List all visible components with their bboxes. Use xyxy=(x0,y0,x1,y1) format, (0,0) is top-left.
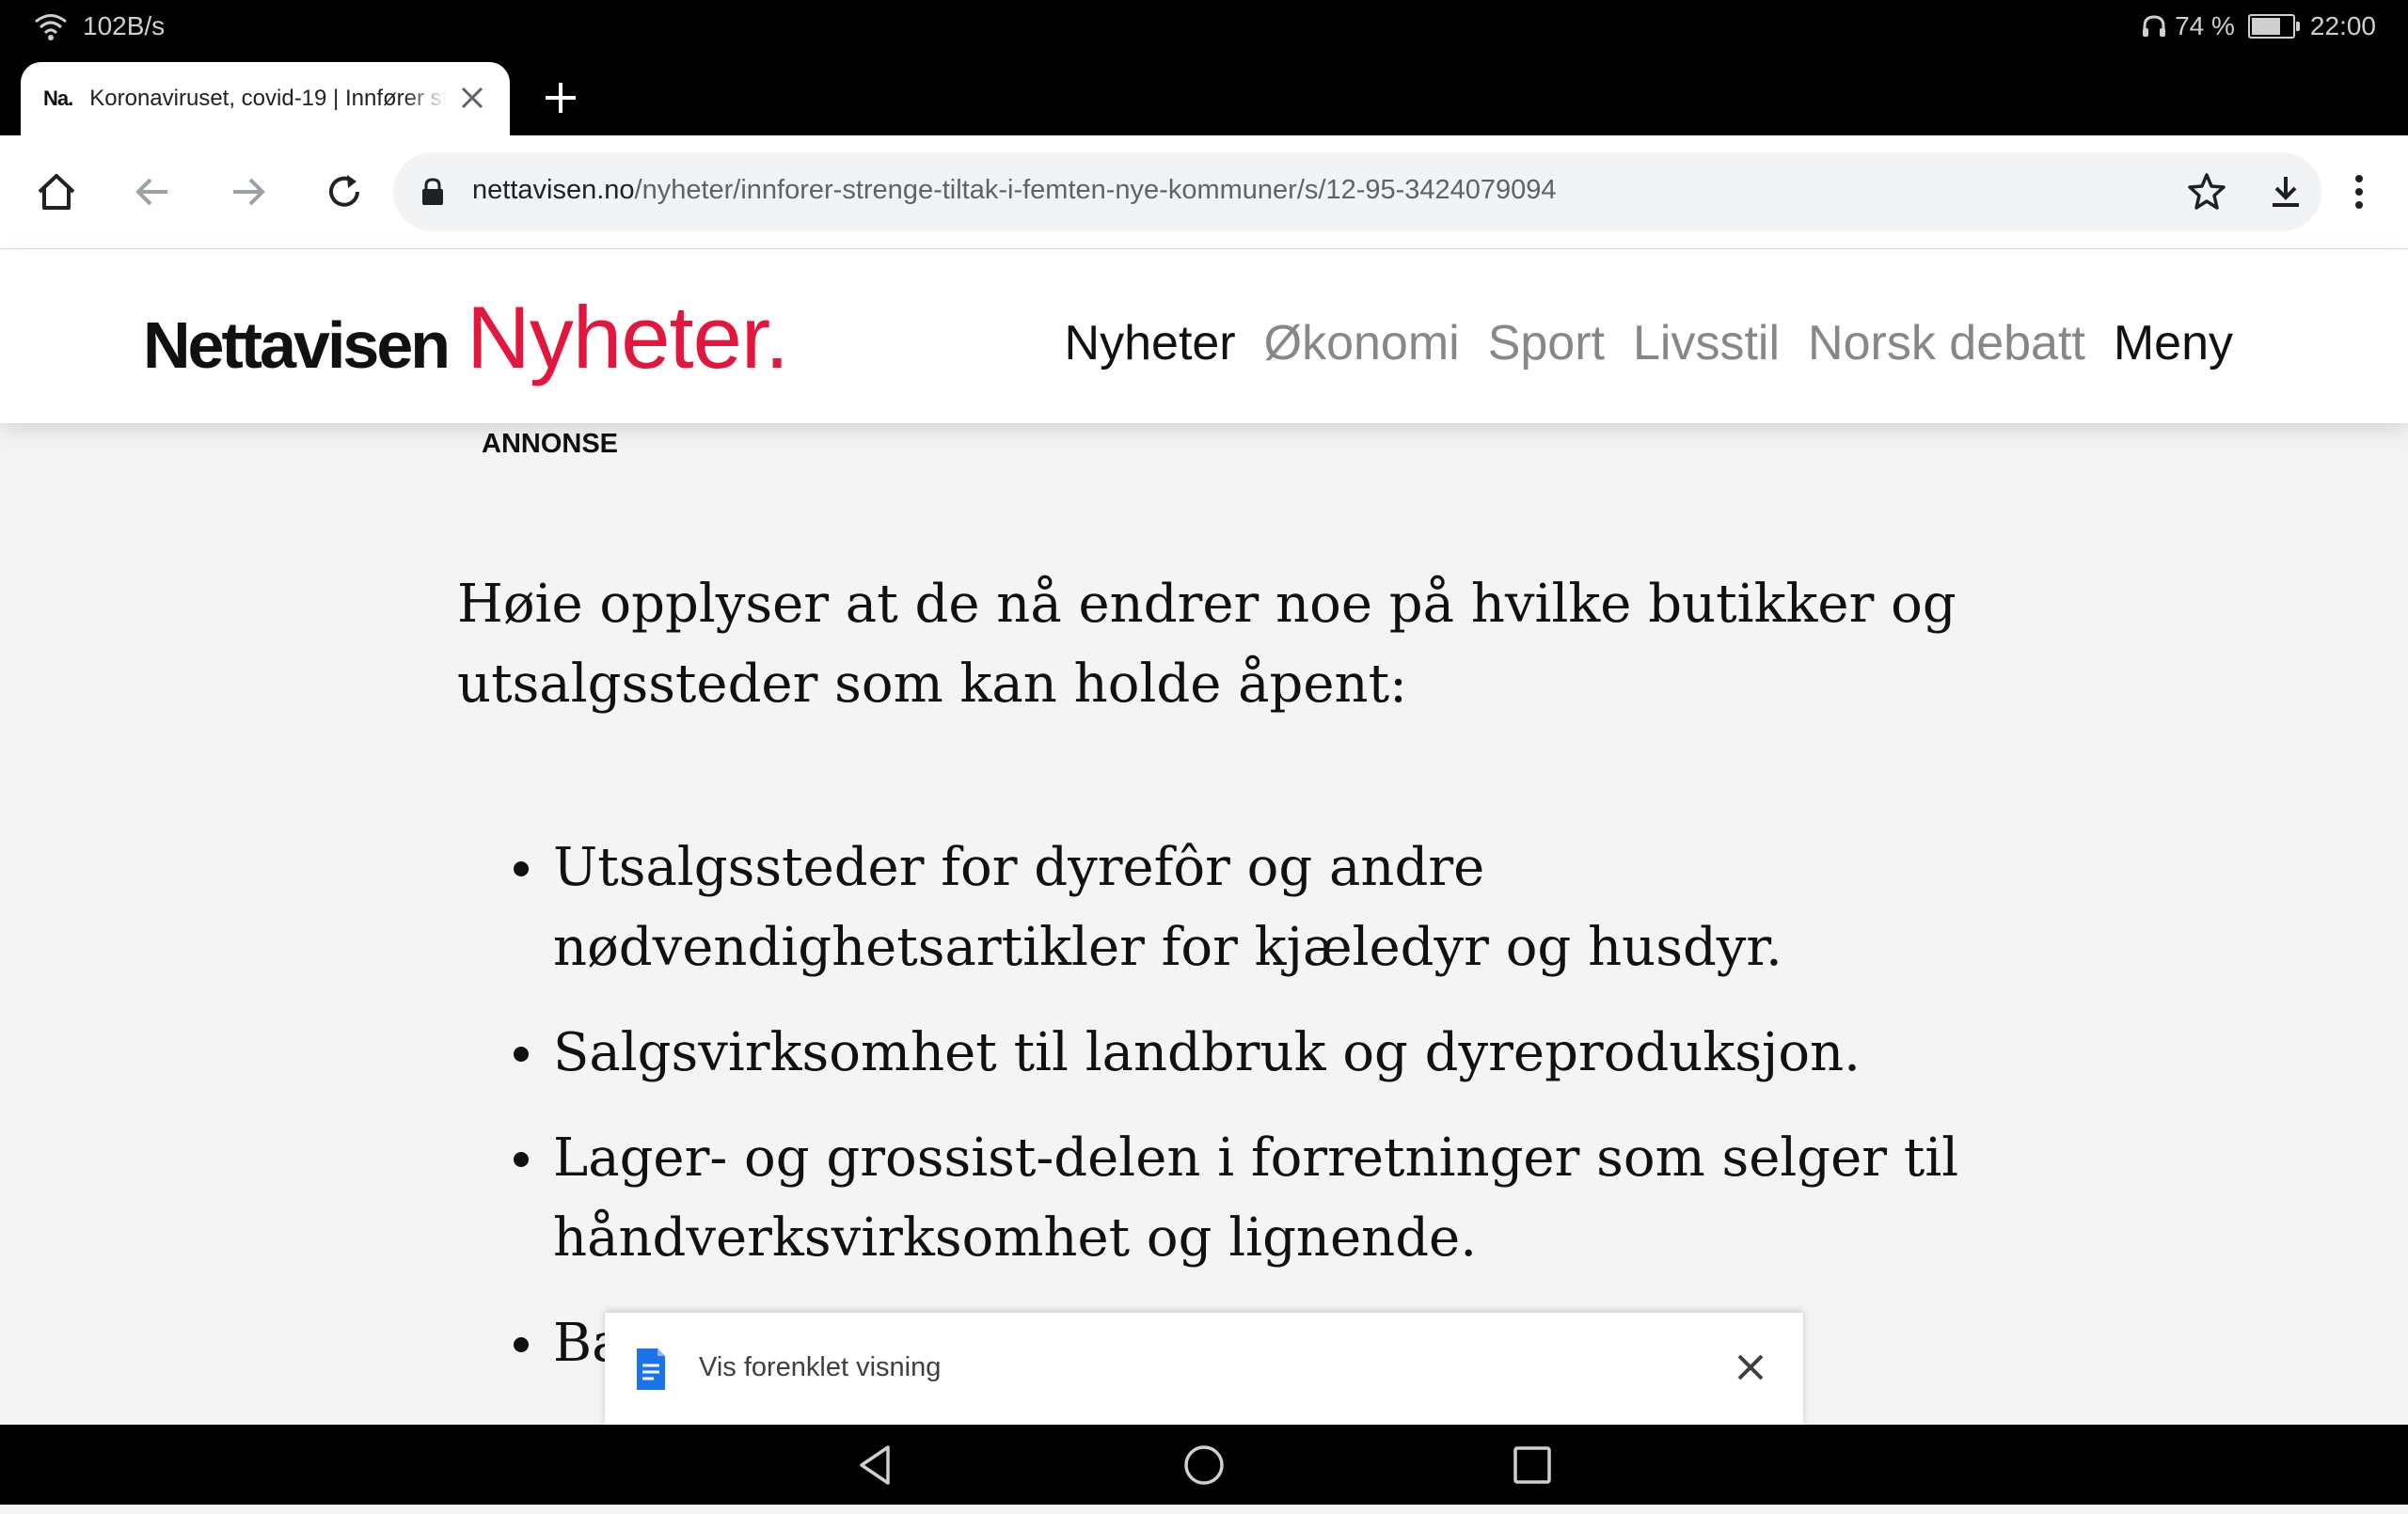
clock: 22:00 xyxy=(2309,11,2376,40)
bookmark-star-icon[interactable] xyxy=(2184,169,2229,214)
nav-item-sport[interactable]: Sport xyxy=(1488,315,1605,371)
nav-item-nyheter[interactable]: Nyheter xyxy=(1065,315,1236,371)
tab-title: Koronaviruset, covid-19 | Innfører stren… xyxy=(89,86,448,111)
lock-icon xyxy=(422,178,443,205)
site-favicon: Na. xyxy=(43,87,73,110)
new-tab-icon[interactable] xyxy=(540,77,581,118)
address-bar[interactable]: nettavisen.no/nyheter/innforer-strenge-t… xyxy=(393,152,2321,231)
ad-label: ANNONSE xyxy=(482,429,619,459)
site-logo[interactable]: Nettavisen Nyheter. xyxy=(143,287,789,388)
tab-strip: Na. Koronaviruset, covid-19 | Innfører s… xyxy=(0,56,2408,135)
close-icon[interactable] xyxy=(1732,1348,1769,1386)
battery-percent: 74 % xyxy=(2175,11,2235,40)
url-path: /nyheter/innforer-strenge-tiltak-i-femte… xyxy=(634,175,1557,205)
more-menu-icon[interactable] xyxy=(2348,169,2370,214)
menu-button[interactable]: Meny xyxy=(2114,315,2233,371)
nav-item-livsstil[interactable]: Livsstil xyxy=(1633,315,1780,371)
document-icon xyxy=(637,1348,665,1390)
nav-recents-icon[interactable] xyxy=(1507,1440,1558,1490)
nav-back-icon[interactable] xyxy=(850,1440,901,1490)
reader-mode-label[interactable]: Vis forenklet visning xyxy=(699,1352,941,1383)
site-header: Nettavisen Nyheter. Nyheter Økonomi Spor… xyxy=(0,249,2408,423)
browser-tab[interactable]: Na. Koronaviruset, covid-19 | Innfører s… xyxy=(21,62,510,135)
url-domain: nettavisen.no xyxy=(472,175,635,205)
logo-section: Nyheter. xyxy=(467,288,789,386)
list-item: Utsalgssteder for dyrefôr og andre nødve… xyxy=(457,828,1981,987)
list-item: Lager- og grossist-delen i forretninger … xyxy=(457,1118,1981,1278)
status-bar: 102B/s 74 % 22:00 xyxy=(0,0,2408,56)
list-item: Salgsvirksomhet til landbruk og dyreprod… xyxy=(457,1013,1981,1093)
nav-item-norsk-debatt[interactable]: Norsk debatt xyxy=(1808,315,2085,371)
browser-toolbar: nettavisen.no/nyheter/innforer-strenge-t… xyxy=(0,135,2408,249)
home-icon[interactable] xyxy=(34,169,79,214)
nav-item-okonomi[interactable]: Økonomi xyxy=(1264,315,1460,371)
article-paragraph: Høie opplyser at de nå endrer noe på hvi… xyxy=(457,574,1956,715)
download-icon[interactable] xyxy=(2263,169,2308,214)
nav-home-icon[interactable] xyxy=(1179,1440,1229,1490)
site-nav: Nyheter Økonomi Sport Livsstil Norsk deb… xyxy=(1065,315,2233,371)
forward-icon[interactable] xyxy=(226,169,271,214)
system-nav-bar xyxy=(0,1425,2408,1505)
url-text: nettavisen.no/nyheter/innforer-strenge-t… xyxy=(472,175,1557,206)
network-speed: 102B/s xyxy=(83,11,166,40)
wifi-icon xyxy=(35,14,67,40)
headset-icon xyxy=(2143,15,2166,37)
back-icon[interactable] xyxy=(130,169,175,214)
battery-icon xyxy=(2247,14,2300,39)
reload-icon[interactable] xyxy=(322,169,367,214)
logo-brand: Nettavisen xyxy=(143,308,451,382)
reader-mode-prompt[interactable]: Vis forenklet visning xyxy=(605,1313,1803,1426)
close-tab-icon[interactable] xyxy=(457,83,487,113)
